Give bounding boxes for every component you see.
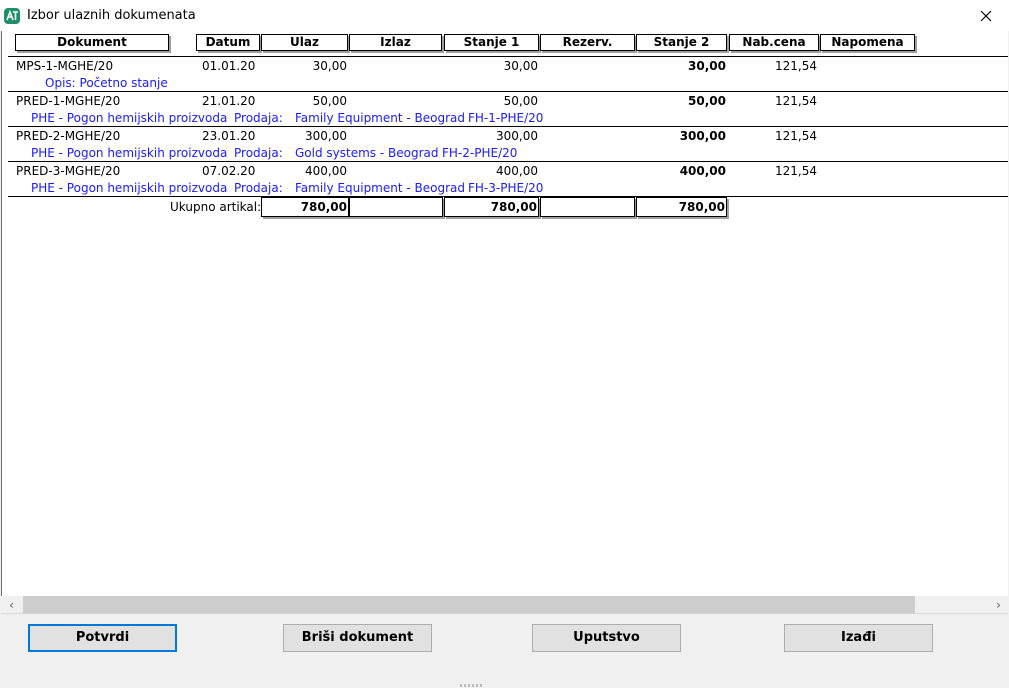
window-title: Izbor ulaznih dokumenata — [27, 8, 196, 23]
cell-datum: 23.01.20 — [202, 129, 256, 143]
row-divider — [8, 56, 1008, 57]
cell-stanje1: 30,00 — [503, 59, 538, 73]
header-nabcena[interactable]: Nab.cena — [729, 34, 819, 51]
row-kupac: Family Equipment - Beograd — [295, 111, 466, 125]
total-ulaz: 780,00 — [261, 197, 349, 217]
totals-label: Ukupno artikal: — [170, 200, 262, 214]
row-faktura: FH-1-PHE/20 — [468, 111, 544, 125]
row-prodaja-label: Prodaja: — [234, 181, 283, 195]
cell-datum: 07.02.20 — [202, 164, 256, 178]
row-faktura: FH-2-PHE/20 — [442, 146, 518, 160]
chevron-right-icon[interactable]: › — [990, 596, 1007, 613]
row-faktura: FH-3-PHE/20 — [468, 181, 544, 195]
header-napomena[interactable]: Napomena — [820, 34, 915, 51]
row-divider — [8, 126, 1008, 127]
cell-stanje1: 300,00 — [496, 129, 538, 143]
total-rezerv — [540, 197, 635, 217]
cell-ulaz: 30,00 — [312, 59, 347, 73]
confirm-button[interactable]: Potvrdi — [28, 624, 177, 652]
total-stanje1: 780,00 — [444, 197, 539, 217]
close-icon — [980, 10, 992, 21]
cell-ulaz: 300,00 — [305, 129, 347, 143]
cell-datum: 01.01.20 — [202, 59, 256, 73]
scrollbar-thumb[interactable] — [23, 596, 915, 613]
cell-datum: 21.01.20 — [202, 94, 256, 108]
app-logo-icon — [4, 8, 20, 24]
cell-nabcena: 121,54 — [775, 129, 817, 143]
header-stanje1[interactable]: Stanje 1 — [444, 34, 539, 51]
row-kupac: Gold systems - Beograd — [295, 146, 439, 160]
documents-grid[interactable]: Dokument Datum Ulaz Izlaz Stanje 1 Rezer… — [1, 31, 1008, 596]
cell-ulaz: 50,00 — [312, 94, 347, 108]
cell-nabcena: 121,54 — [775, 164, 817, 178]
cell-stanje1: 50,00 — [503, 94, 538, 108]
row-kupac: Family Equipment - Beograd — [295, 181, 466, 195]
header-stanje2[interactable]: Stanje 2 — [636, 34, 727, 51]
row-pogon: PHE - Pogon hemijskih proizvoda — [31, 111, 228, 125]
row-prodaja-label: Prodaja: — [234, 146, 283, 160]
cell-dokument: PRED-2-MGHE/20 — [16, 129, 121, 143]
cell-nabcena: 121,54 — [775, 94, 817, 108]
close-button[interactable] — [963, 0, 1009, 31]
row-prodaja-label: Prodaja: — [234, 111, 283, 125]
delete-document-button[interactable]: Briši dokument — [283, 624, 432, 652]
total-stanje2: 780,00 — [636, 197, 727, 217]
cell-dokument: MPS-1-MGHE/20 — [16, 59, 114, 73]
row-divider — [8, 91, 1008, 92]
header-dokument[interactable]: Dokument — [15, 34, 169, 51]
total-izlaz — [349, 197, 443, 217]
title-bar: Izbor ulaznih dokumenata — [0, 0, 1009, 31]
row-pogon: PHE - Pogon hemijskih proizvoda — [31, 146, 228, 160]
row-divider — [8, 161, 1008, 162]
cell-dokument: PRED-1-MGHE/20 — [16, 94, 121, 108]
cell-stanje2: 300,00 — [679, 129, 726, 143]
header-rezerv[interactable]: Rezerv. — [540, 34, 635, 51]
resize-grip[interactable] — [460, 684, 484, 687]
cell-stanje2: 50,00 — [688, 94, 726, 108]
divider — [1, 613, 1008, 614]
exit-button[interactable]: Izađi — [784, 624, 933, 652]
cell-stanje2: 30,00 — [688, 59, 726, 73]
header-izlaz[interactable]: Izlaz — [349, 34, 442, 51]
cell-dokument: PRED-3-MGHE/20 — [16, 164, 121, 178]
cell-stanje1: 400,00 — [496, 164, 538, 178]
cell-nabcena: 121,54 — [775, 59, 817, 73]
cell-ulaz: 400,00 — [305, 164, 347, 178]
cell-stanje2: 400,00 — [679, 164, 726, 178]
chevron-left-icon[interactable]: ‹ — [3, 596, 20, 613]
row-pogon: PHE - Pogon hemijskih proizvoda — [31, 181, 228, 195]
help-button[interactable]: Uputstvo — [532, 624, 681, 652]
header-datum[interactable]: Datum — [196, 34, 260, 51]
horizontal-scrollbar[interactable]: ‹ › — [1, 596, 1008, 613]
row-description: Opis: Početno stanje — [45, 76, 168, 90]
header-ulaz[interactable]: Ulaz — [261, 34, 348, 51]
